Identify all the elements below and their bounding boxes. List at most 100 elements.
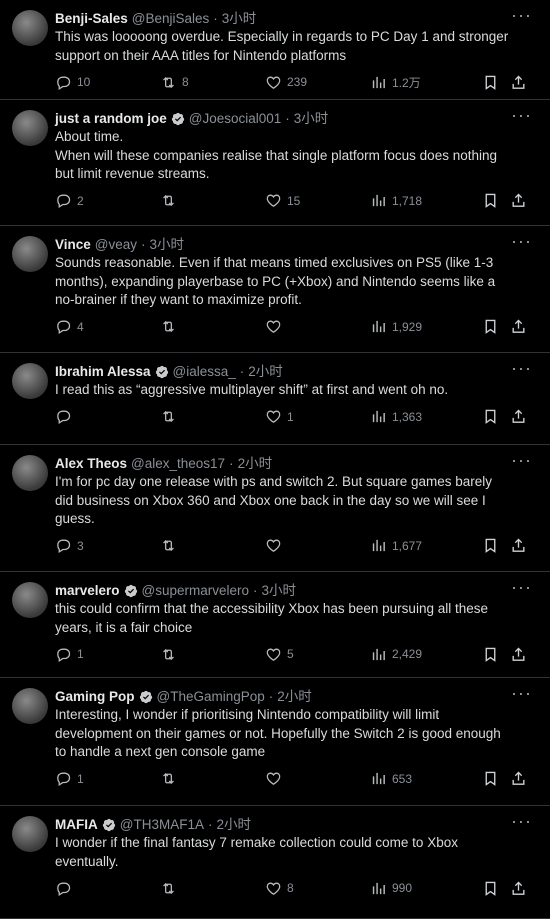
reply-button[interactable]: 10 <box>55 74 160 91</box>
retweet-button[interactable]: 8 <box>160 74 265 91</box>
views-button[interactable]: 990 <box>370 880 482 897</box>
tweet-text-line: months), expanding playerbase to PC (+Xb… <box>55 273 496 289</box>
avatar[interactable] <box>12 816 48 852</box>
bookmark-button[interactable] <box>482 318 510 335</box>
share-button[interactable] <box>510 880 530 897</box>
tweet[interactable]: ··· MAFIA @TH3MAF1A · 2小时 I wonder if th… <box>0 806 550 919</box>
user-handle[interactable]: @TH3MAF1A <box>120 816 204 833</box>
user-handle[interactable]: @Joesocial001 <box>189 110 282 127</box>
tweet[interactable]: ··· Gaming Pop @TheGamingPop · 2小时 Inter… <box>0 678 550 806</box>
bookmark-button[interactable] <box>482 192 510 209</box>
views-button[interactable]: 1,718 <box>370 192 482 209</box>
bookmark-button[interactable] <box>482 770 510 787</box>
views-button[interactable]: 1,929 <box>370 318 482 335</box>
bookmark-button[interactable] <box>482 408 510 425</box>
more-options-icon[interactable]: ··· <box>511 359 532 377</box>
user-handle[interactable]: @TheGamingPop <box>157 688 265 705</box>
reply-button[interactable] <box>55 880 160 897</box>
like-button[interactable]: 5 <box>265 646 370 663</box>
user-handle[interactable]: @veay <box>95 236 137 253</box>
tweet[interactable]: ··· Benji-Sales @BenjiSales · 3小时 This w… <box>0 0 550 100</box>
views-button[interactable]: 1,363 <box>370 408 482 425</box>
avatar[interactable] <box>12 110 48 146</box>
share-button[interactable] <box>510 646 530 663</box>
display-name[interactable]: Vince <box>55 236 91 253</box>
more-options-icon[interactable]: ··· <box>511 106 532 124</box>
bookmark-button[interactable] <box>482 537 510 554</box>
reply-button[interactable]: 1 <box>55 646 160 663</box>
display-name[interactable]: marvelero <box>55 582 120 599</box>
avatar[interactable] <box>12 455 48 491</box>
reply-button[interactable]: 2 <box>55 192 160 209</box>
timestamp[interactable]: 2小时 <box>277 688 312 705</box>
retweet-button[interactable] <box>160 192 265 209</box>
share-button[interactable] <box>510 537 530 554</box>
timestamp[interactable]: 2小时 <box>248 363 283 380</box>
share-button[interactable] <box>510 318 530 335</box>
share-button[interactable] <box>510 408 530 425</box>
avatar[interactable] <box>12 582 48 618</box>
share-button[interactable] <box>510 74 530 91</box>
more-options-icon[interactable]: ··· <box>511 451 532 469</box>
display-name[interactable]: just a random joe <box>55 110 167 127</box>
share-button[interactable] <box>510 192 530 209</box>
timestamp[interactable]: 3小时 <box>222 10 257 27</box>
tweet[interactable]: ··· Ibrahim Alessa @ialessa_ · 2小时 I rea… <box>0 353 550 445</box>
timestamp[interactable]: 2小时 <box>238 455 273 472</box>
tweet[interactable]: ··· marvelero @supermarvelero · 3小时 this… <box>0 572 550 678</box>
like-button[interactable]: 1 <box>265 408 370 425</box>
views-button[interactable]: 653 <box>370 770 482 787</box>
tweet-text-line: About time. <box>55 129 124 144</box>
avatar[interactable] <box>12 10 48 46</box>
reply-button[interactable]: 4 <box>55 318 160 335</box>
avatar[interactable] <box>12 688 48 724</box>
timestamp[interactable]: 3小时 <box>294 110 329 127</box>
display-name[interactable]: MAFIA <box>55 816 98 833</box>
bookmark-button[interactable] <box>482 880 510 897</box>
like-button[interactable]: 15 <box>265 192 370 209</box>
like-button[interactable] <box>265 318 370 335</box>
views-count: 990 <box>392 881 413 895</box>
tweet-text-line: did business on Xbox 360 and Xbox one ba… <box>55 492 486 508</box>
reply-button[interactable]: 1 <box>55 770 160 787</box>
like-button[interactable]: 8 <box>265 880 370 897</box>
user-handle[interactable]: @BenjiSales <box>132 10 210 27</box>
more-options-icon[interactable]: ··· <box>511 6 532 24</box>
display-name[interactable]: Alex Theos <box>55 455 127 472</box>
retweet-button[interactable] <box>160 646 265 663</box>
views-button[interactable]: 1.2万 <box>370 74 482 91</box>
timestamp[interactable]: 3小时 <box>150 236 185 253</box>
views-button[interactable]: 1,677 <box>370 537 482 554</box>
share-button[interactable] <box>510 770 530 787</box>
user-handle[interactable]: @alex_theos17 <box>131 455 225 472</box>
like-button[interactable]: 239 <box>265 74 370 91</box>
display-name[interactable]: Ibrahim Alessa <box>55 363 151 380</box>
user-handle[interactable]: @ialessa_ <box>173 363 236 380</box>
user-handle[interactable]: @supermarvelero <box>142 582 250 599</box>
reply-button[interactable] <box>55 408 160 425</box>
retweet-button[interactable] <box>160 408 265 425</box>
display-name[interactable]: Gaming Pop <box>55 688 135 705</box>
more-options-icon[interactable]: ··· <box>511 812 532 830</box>
more-options-icon[interactable]: ··· <box>511 684 532 702</box>
avatar[interactable] <box>12 236 48 272</box>
timestamp[interactable]: 2小时 <box>216 816 251 833</box>
like-button[interactable] <box>265 537 370 554</box>
timestamp[interactable]: 3小时 <box>262 582 297 599</box>
bookmark-button[interactable] <box>482 646 510 663</box>
like-button[interactable] <box>265 770 370 787</box>
retweet-button[interactable] <box>160 770 265 787</box>
bookmark-button[interactable] <box>482 74 510 91</box>
tweet[interactable]: ··· just a random joe @Joesocial001 · 3小… <box>0 100 550 226</box>
reply-button[interactable]: 3 <box>55 537 160 554</box>
avatar[interactable] <box>12 363 48 399</box>
views-button[interactable]: 2,429 <box>370 646 482 663</box>
retweet-button[interactable] <box>160 880 265 897</box>
tweet[interactable]: ··· Alex Theos @alex_theos17 · 2小时 I'm f… <box>0 445 550 572</box>
retweet-button[interactable] <box>160 537 265 554</box>
more-options-icon[interactable]: ··· <box>511 578 532 596</box>
more-options-icon[interactable]: ··· <box>511 232 532 250</box>
tweet[interactable]: ··· Vince @veay · 3小时 Sounds reasonable.… <box>0 226 550 353</box>
retweet-button[interactable] <box>160 318 265 335</box>
display-name[interactable]: Benji-Sales <box>55 10 128 27</box>
